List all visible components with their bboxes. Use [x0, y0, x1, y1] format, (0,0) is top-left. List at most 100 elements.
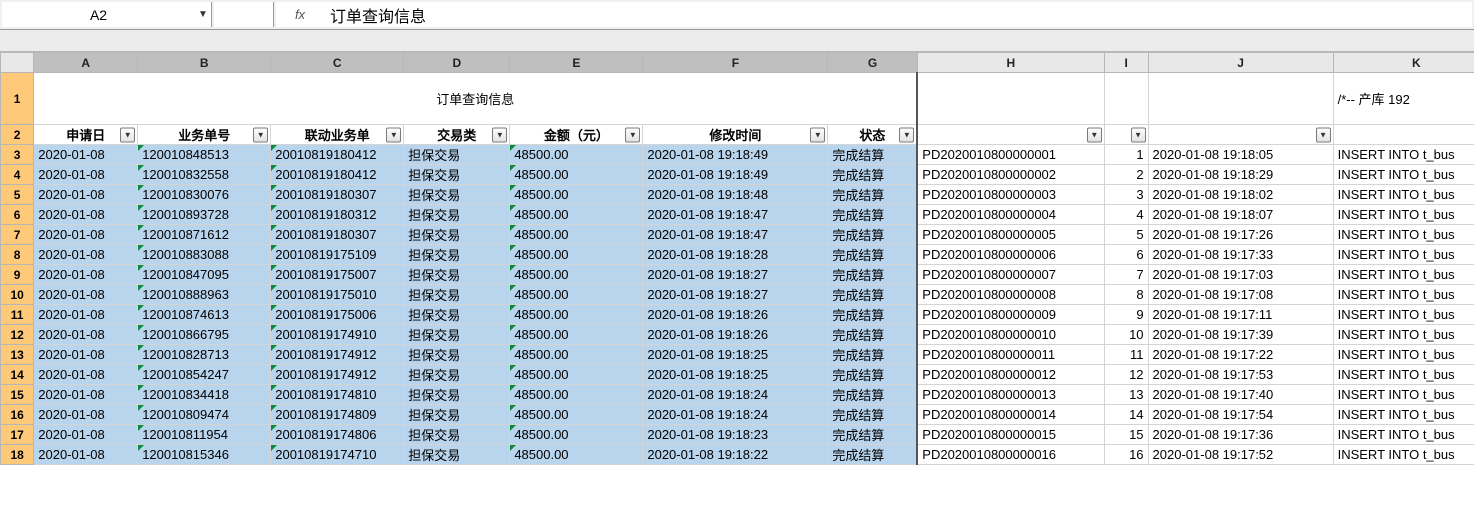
cell-K16[interactable]: INSERT INTO t_bus	[1333, 405, 1474, 425]
cell-C17[interactable]: 20010819174806	[271, 425, 404, 445]
cell-J14[interactable]: 2020-01-08 19:17:53	[1148, 365, 1333, 385]
cell-G5[interactable]: 完成结算	[828, 185, 917, 205]
cell-J11[interactable]: 2020-01-08 19:17:11	[1148, 305, 1333, 325]
cell-B7[interactable]: 120010871612	[138, 225, 271, 245]
cell-H3[interactable]: PD2020010800000001	[917, 145, 1104, 165]
cell-E6[interactable]: 48500.00	[510, 205, 643, 225]
select-all-corner[interactable]	[1, 53, 34, 73]
cell-H7[interactable]: PD2020010800000005	[917, 225, 1104, 245]
cell-K14[interactable]: INSERT INTO t_bus	[1333, 365, 1474, 385]
cell-F5[interactable]: 2020-01-08 19:18:48	[643, 185, 828, 205]
cell-K12[interactable]: INSERT INTO t_bus	[1333, 325, 1474, 345]
col-head-K[interactable]: K	[1333, 53, 1474, 73]
cell-A3[interactable]: 2020-01-08	[34, 145, 138, 165]
cell-C8[interactable]: 20010819175109	[271, 245, 404, 265]
name-box[interactable]	[2, 7, 195, 23]
cell-K10[interactable]: INSERT INTO t_bus	[1333, 285, 1474, 305]
cell-E14[interactable]: 48500.00	[510, 365, 643, 385]
cell-I4[interactable]: 2	[1104, 165, 1148, 185]
cell-B4[interactable]: 120010832558	[138, 165, 271, 185]
cell-F4[interactable]: 2020-01-08 19:18:49	[643, 165, 828, 185]
cell-A18[interactable]: 2020-01-08	[34, 445, 138, 465]
header-K[interactable]: ▼	[1333, 125, 1474, 145]
cell-H9[interactable]: PD2020010800000007	[917, 265, 1104, 285]
row-head-3[interactable]: 3	[1, 145, 34, 165]
cell-J17[interactable]: 2020-01-08 19:17:36	[1148, 425, 1333, 445]
merged-title[interactable]: 订单查询信息	[34, 73, 918, 125]
cell-K9[interactable]: INSERT INTO t_bus	[1333, 265, 1474, 285]
cell-J7[interactable]: 2020-01-08 19:17:26	[1148, 225, 1333, 245]
sheet-area[interactable]: A B C D E F G H I J K 1订单查询信息/*-- 产库 192…	[0, 52, 1474, 465]
name-box-dropdown-icon[interactable]: ▼	[195, 9, 211, 20]
cell-D16[interactable]: 担保交易	[404, 405, 510, 425]
cell-D3[interactable]: 担保交易	[404, 145, 510, 165]
row-head-7[interactable]: 7	[1, 225, 34, 245]
cell-D13[interactable]: 担保交易	[404, 345, 510, 365]
cell-I12[interactable]: 10	[1104, 325, 1148, 345]
cell-J13[interactable]: 2020-01-08 19:17:22	[1148, 345, 1333, 365]
cell-A5[interactable]: 2020-01-08	[34, 185, 138, 205]
cell-G6[interactable]: 完成结算	[828, 205, 917, 225]
filter-dropdown-icon[interactable]: ▼	[1131, 127, 1146, 142]
cell-H11[interactable]: PD2020010800000009	[917, 305, 1104, 325]
col-head-B[interactable]: B	[138, 53, 271, 73]
cell-B14[interactable]: 120010854247	[138, 365, 271, 385]
filter-dropdown-icon[interactable]: ▼	[810, 127, 825, 142]
cell-F15[interactable]: 2020-01-08 19:18:24	[643, 385, 828, 405]
row-head-4[interactable]: 4	[1, 165, 34, 185]
cell-E16[interactable]: 48500.00	[510, 405, 643, 425]
cell-H8[interactable]: PD2020010800000006	[917, 245, 1104, 265]
row-head-14[interactable]: 14	[1, 365, 34, 385]
cell-B5[interactable]: 120010830076	[138, 185, 271, 205]
cell-C12[interactable]: 20010819174910	[271, 325, 404, 345]
cell-A11[interactable]: 2020-01-08	[34, 305, 138, 325]
cell-G8[interactable]: 完成结算	[828, 245, 917, 265]
cell-E7[interactable]: 48500.00	[510, 225, 643, 245]
cell-C18[interactable]: 20010819174710	[271, 445, 404, 465]
cell-E5[interactable]: 48500.00	[510, 185, 643, 205]
cell-A15[interactable]: 2020-01-08	[34, 385, 138, 405]
header-H[interactable]: ▼	[917, 125, 1104, 145]
cell-A16[interactable]: 2020-01-08	[34, 405, 138, 425]
cell-E11[interactable]: 48500.00	[510, 305, 643, 325]
cell-F16[interactable]: 2020-01-08 19:18:24	[643, 405, 828, 425]
cell-F7[interactable]: 2020-01-08 19:18:47	[643, 225, 828, 245]
cell-G14[interactable]: 完成结算	[828, 365, 917, 385]
cell-I5[interactable]: 3	[1104, 185, 1148, 205]
col-head-D[interactable]: D	[404, 53, 510, 73]
cell-I6[interactable]: 4	[1104, 205, 1148, 225]
cell-K17[interactable]: INSERT INTO t_bus	[1333, 425, 1474, 445]
cell-E17[interactable]: 48500.00	[510, 425, 643, 445]
cell-D5[interactable]: 担保交易	[404, 185, 510, 205]
cell-H16[interactable]: PD2020010800000014	[917, 405, 1104, 425]
cell-G13[interactable]: 完成结算	[828, 345, 917, 365]
filter-dropdown-icon[interactable]: ▼	[253, 127, 268, 142]
filter-dropdown-icon[interactable]: ▼	[386, 127, 401, 142]
cell-G9[interactable]: 完成结算	[828, 265, 917, 285]
formula-input[interactable]	[324, 6, 1472, 24]
header-G[interactable]: 状态▼	[828, 125, 917, 145]
cell-A9[interactable]: 2020-01-08	[34, 265, 138, 285]
cell-H5[interactable]: PD2020010800000003	[917, 185, 1104, 205]
cell-B3[interactable]: 120010848513	[138, 145, 271, 165]
cell-A14[interactable]: 2020-01-08	[34, 365, 138, 385]
cell-C13[interactable]: 20010819174912	[271, 345, 404, 365]
row-head-16[interactable]: 16	[1, 405, 34, 425]
cell-J9[interactable]: 2020-01-08 19:17:03	[1148, 265, 1333, 285]
header-B[interactable]: 业务单号▼	[138, 125, 271, 145]
cell-I16[interactable]: 14	[1104, 405, 1148, 425]
row-head-11[interactable]: 11	[1, 305, 34, 325]
cell-H13[interactable]: PD2020010800000011	[917, 345, 1104, 365]
header-A[interactable]: 申请日▼	[34, 125, 138, 145]
cell-B18[interactable]: 120010815346	[138, 445, 271, 465]
cell-J6[interactable]: 2020-01-08 19:18:07	[1148, 205, 1333, 225]
cell-C15[interactable]: 20010819174810	[271, 385, 404, 405]
cell-H14[interactable]: PD2020010800000012	[917, 365, 1104, 385]
cell-I18[interactable]: 16	[1104, 445, 1148, 465]
cell-A6[interactable]: 2020-01-08	[34, 205, 138, 225]
header-C[interactable]: 联动业务单▼	[271, 125, 404, 145]
cell-F11[interactable]: 2020-01-08 19:18:26	[643, 305, 828, 325]
cell-D18[interactable]: 担保交易	[404, 445, 510, 465]
cell-I17[interactable]: 15	[1104, 425, 1148, 445]
cell-E9[interactable]: 48500.00	[510, 265, 643, 285]
